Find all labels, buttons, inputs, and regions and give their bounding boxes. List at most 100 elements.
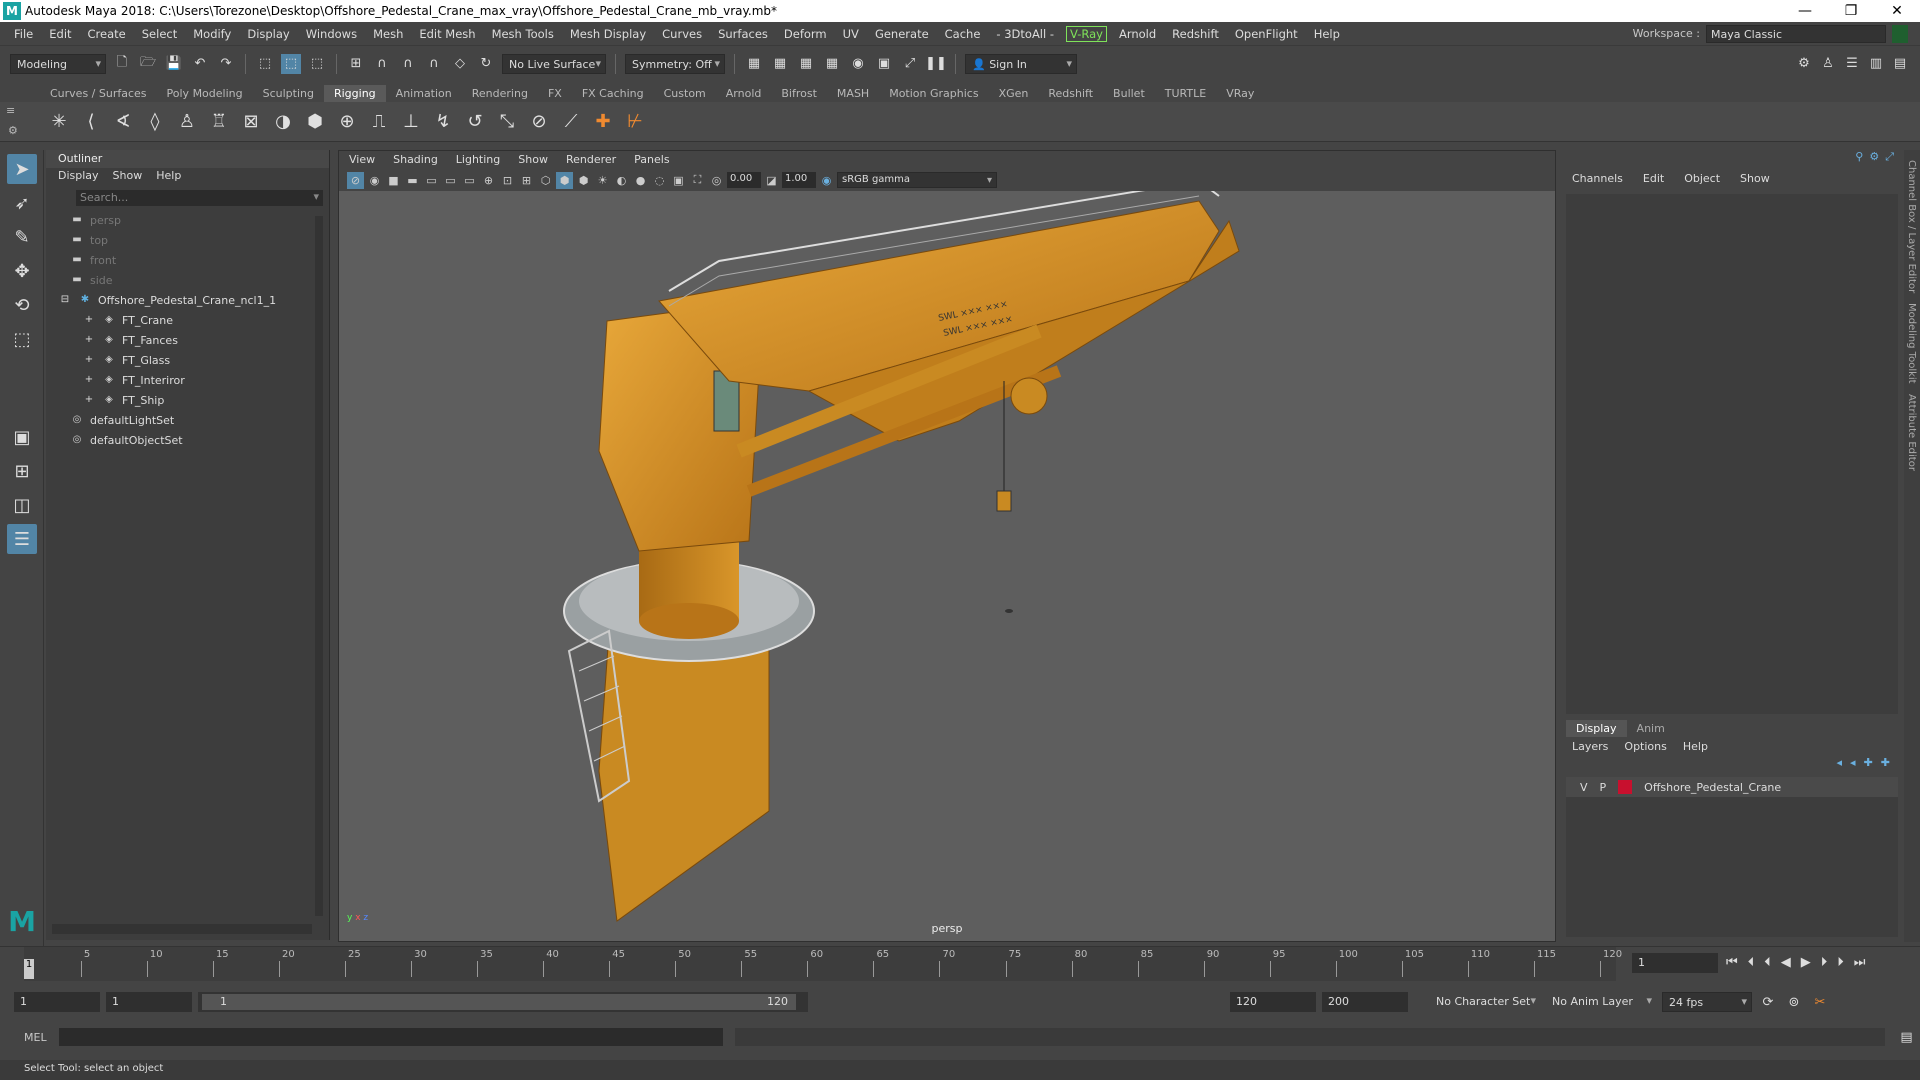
menu-edit[interactable]: Edit [41, 27, 79, 41]
color-management-icon[interactable]: ◉ [818, 172, 835, 189]
viewport-menu-view[interactable]: View [349, 153, 375, 167]
snap-surface-icon[interactable]: ◇ [450, 54, 470, 74]
menu-uv[interactable]: UV [835, 27, 867, 41]
select-tool-icon[interactable]: ➤ [7, 154, 37, 184]
menu--3dtoall-[interactable]: - 3DtoAll - [988, 27, 1062, 41]
exposure-icon[interactable]: ◎ [708, 172, 725, 189]
workspace-dropdown[interactable]: Maya Classic [1706, 24, 1886, 43]
exposure-field[interactable]: 0.00 [727, 172, 761, 188]
playback-start-field[interactable]: 1 [106, 992, 192, 1012]
shelf-tab-rigging[interactable]: Rigging [323, 85, 386, 102]
shelf-tab-sculpting[interactable]: Sculpting [253, 85, 324, 102]
undo-icon[interactable]: ↶ [190, 54, 210, 74]
cluster-icon[interactable]: ⎍ [366, 109, 392, 135]
side-tab[interactable]: Attribute Editor [1906, 394, 1917, 471]
point-constraint-icon[interactable]: ↯ [430, 109, 456, 135]
single-view-icon[interactable]: ▣ [7, 422, 37, 452]
go-to-end-icon[interactable]: ⏭ [1854, 955, 1866, 970]
shelf-tab-rendering[interactable]: Rendering [462, 85, 538, 102]
channel-box-icon[interactable]: ▤ [1890, 54, 1910, 74]
loop-icon[interactable]: ⟳ [1758, 992, 1778, 1012]
time-slider[interactable]: 5 10 15 20 25 30 35 40 45 50 55 60 65 70 75 80 85 90 95 100… [0, 946, 1920, 981]
ik-handle-icon[interactable]: ∢ [110, 109, 136, 135]
outliner-hscrollbar[interactable] [52, 924, 312, 934]
viewport-menu-renderer[interactable]: Renderer [566, 153, 616, 167]
human-ik-icon[interactable]: ♙ [1818, 54, 1838, 74]
channelbox-menu-edit[interactable]: Edit [1643, 172, 1664, 186]
expand-icon[interactable]: + [82, 374, 96, 386]
menu-vray[interactable]: V-Ray [1066, 25, 1107, 42]
viewport-menu-lighting[interactable]: Lighting [456, 153, 500, 167]
shelf-menu-icon[interactable]: ≡ [6, 104, 15, 117]
channelbox-toggle-icon[interactable]: ⚲ [1855, 150, 1863, 168]
outliner-item[interactable]: ◎ defaultObjectSet [46, 430, 329, 450]
character-set-dropdown[interactable]: No Character Set [1430, 992, 1540, 1012]
play-back-icon[interactable]: ◀ [1781, 955, 1791, 970]
step-back-key-icon[interactable]: ⏴ [1764, 955, 1771, 970]
mode-dropdown[interactable]: Modeling [10, 53, 106, 74]
outliner-item[interactable]: + ◈ FT_Ship [46, 390, 329, 410]
shelf-settings-icon[interactable]: ⚙ [8, 124, 18, 137]
go-to-start-icon[interactable]: ⏮ [1726, 955, 1738, 970]
shelf-tab-vray[interactable]: VRay [1216, 85, 1264, 102]
live-surface-field[interactable]: No Live Surface [502, 53, 606, 74]
menu-edit-mesh[interactable]: Edit Mesh [411, 27, 483, 41]
menu-redshift[interactable]: Redshift [1164, 27, 1227, 41]
range-bar[interactable]: 1 120 [198, 992, 808, 1012]
vray-render-icon[interactable]: ▣ [874, 54, 894, 74]
two-view-icon[interactable]: ◫ [7, 490, 37, 520]
four-view-icon[interactable]: ⊞ [7, 456, 37, 486]
side-tab[interactable]: Modeling Toolkit [1906, 303, 1917, 384]
timeline-ticks[interactable]: 5 10 15 20 25 30 35 40 45 50 55 60 65 70 75 80 85 90 95 100… [24, 947, 1622, 981]
channelbox-settings-icon[interactable]: ⚙ [1869, 150, 1879, 168]
layer-color-swatch[interactable] [1618, 780, 1633, 794]
resolution-gate-icon[interactable]: ▭ [442, 172, 459, 189]
layer-tab-display[interactable]: Display [1566, 720, 1627, 737]
gate-mask-icon[interactable]: ▭ [461, 172, 478, 189]
menu-select[interactable]: Select [134, 27, 185, 41]
outliner-item[interactable]: + ◈ FT_Interiror [46, 370, 329, 390]
anim-prefs-icon[interactable]: ✂ [1810, 992, 1830, 1012]
command-input[interactable] [58, 1028, 723, 1046]
menu-display[interactable]: Display [239, 27, 297, 41]
ipr-render-icon[interactable]: ▦ [796, 54, 816, 74]
current-frame-field[interactable]: 1 [1632, 953, 1718, 973]
minimize-button[interactable]: — [1782, 3, 1828, 19]
locator-icon[interactable]: ✚ [590, 109, 616, 135]
outliner-item[interactable]: ◎ defaultLightSet [46, 410, 329, 430]
parent-constraint-icon[interactable]: ⊥ [398, 109, 424, 135]
pole-vector-icon[interactable]: ⟋ [558, 109, 584, 135]
save-scene-icon[interactable]: 💾 [164, 54, 184, 74]
isolate-icon[interactable]: ▣ [670, 172, 687, 189]
render-current-icon[interactable]: ▦ [770, 54, 790, 74]
playback-end-field[interactable]: 120 [1230, 992, 1316, 1012]
maximize-button[interactable]: ❐ [1828, 3, 1874, 19]
menu-modify[interactable]: Modify [185, 27, 239, 41]
anim-layer-dropdown[interactable]: No Anim Layer [1546, 992, 1656, 1012]
bind-skin-icon[interactable]: ⊠ [238, 109, 264, 135]
grid-icon[interactable]: ⊞ [518, 172, 535, 189]
play-forward-icon[interactable]: ▶ [1801, 955, 1811, 970]
outliner-vscrollbar[interactable] [315, 216, 323, 916]
scale-constraint-icon[interactable]: ⤡ [494, 109, 520, 135]
menu-deform[interactable]: Deform [776, 27, 835, 41]
viewport-menu-panels[interactable]: Panels [634, 153, 669, 167]
channelbox-float-icon[interactable]: ⤢ [1885, 150, 1894, 168]
xray-icon[interactable]: ⛶ [689, 172, 706, 189]
shelf-tab-bifrost[interactable]: Bifrost [771, 85, 827, 102]
lattice-icon[interactable]: ⬢ [302, 109, 328, 135]
step-forward-icon[interactable]: ⏵ [1837, 955, 1844, 970]
tool-settings-icon[interactable]: ▥ [1866, 54, 1886, 74]
new-scene-icon[interactable]: 🗋 [112, 54, 132, 74]
select-component-icon[interactable]: ⬚ [307, 54, 327, 74]
channelbox-menu-channels[interactable]: Channels [1572, 172, 1623, 186]
open-scene-icon[interactable]: 🗁 [138, 54, 158, 74]
shelf-tab-mash[interactable]: MASH [827, 85, 879, 102]
ao-icon[interactable]: ● [632, 172, 649, 189]
select-hierarchy-icon[interactable]: ⬚ [255, 54, 275, 74]
snap-live-icon[interactable]: ↻ [476, 54, 496, 74]
outliner-menu-help[interactable]: Help [156, 169, 181, 185]
modeling-toolkit-icon[interactable]: ⚙ [1794, 54, 1814, 74]
snap-point-icon[interactable]: ∩ [398, 54, 418, 74]
outliner-item[interactable]: + ◈ FT_Crane [46, 310, 329, 330]
